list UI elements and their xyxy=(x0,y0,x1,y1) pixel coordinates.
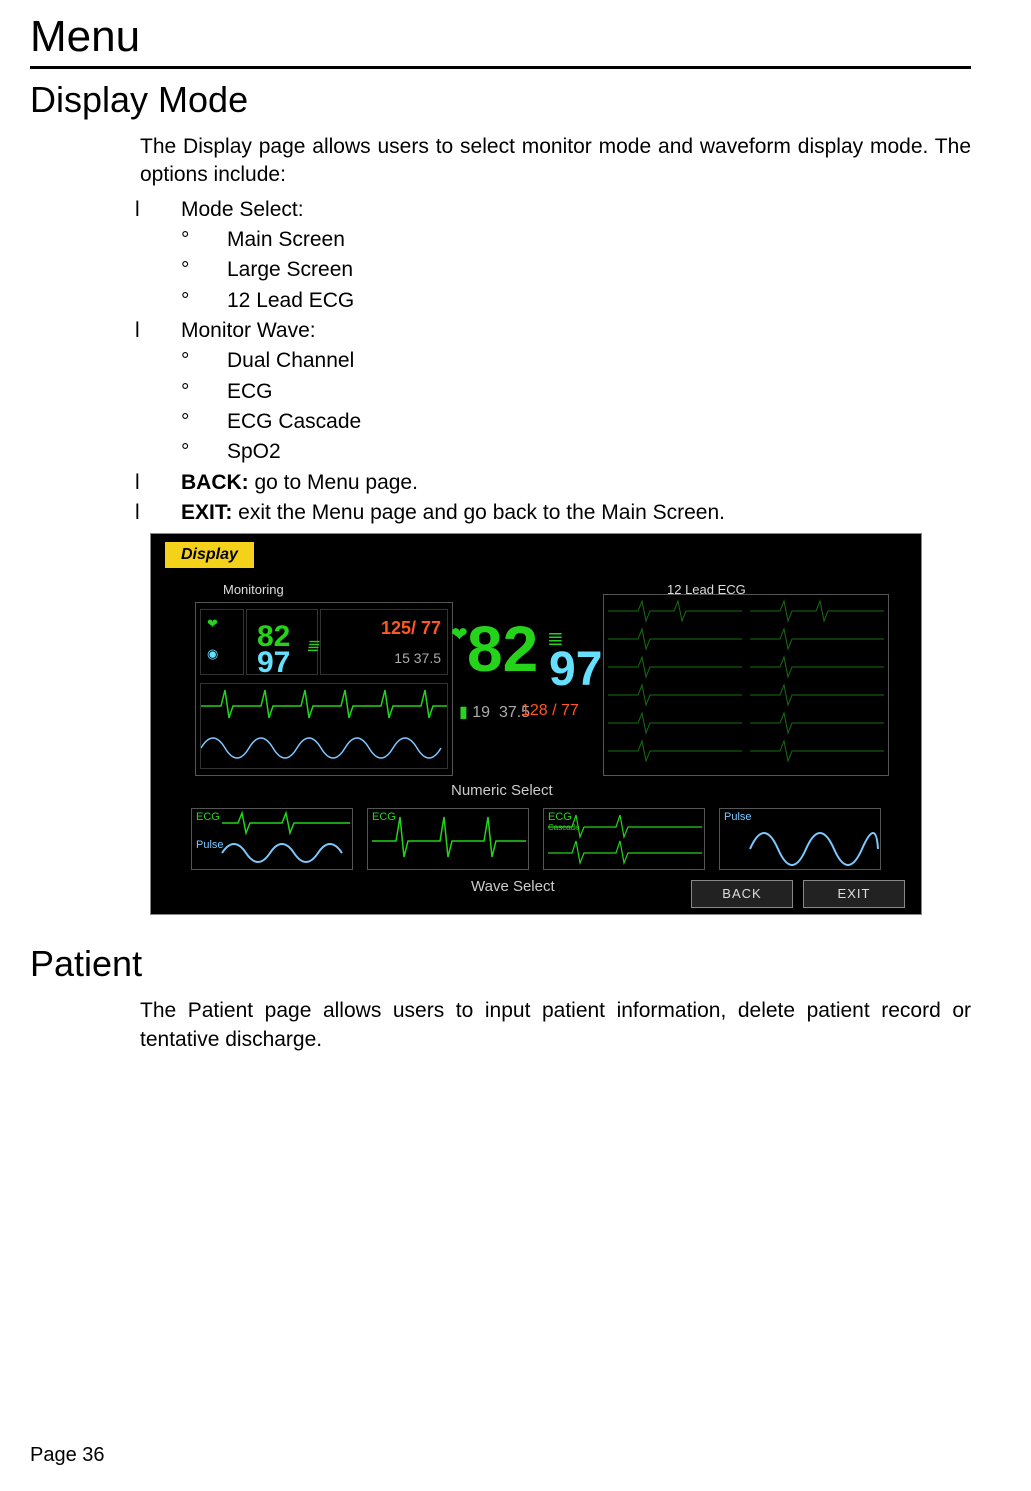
mode-option: 12 Lead ECG xyxy=(181,287,971,315)
wave-option: ECG xyxy=(181,378,971,406)
mini-bp-value: 125/ 77 xyxy=(381,618,441,639)
section-patient-heading: Patient xyxy=(30,943,971,985)
wave-option: SpO2 xyxy=(181,438,971,466)
exit-button[interactable]: EXIT xyxy=(803,880,905,908)
display-tab[interactable]: Display xyxy=(165,542,254,568)
tile-wave-svg xyxy=(368,809,528,869)
lead-ecg-preview[interactable] xyxy=(603,594,889,776)
back-label: BACK: xyxy=(181,471,249,494)
monitoring-label: Monitoring xyxy=(223,582,284,597)
tile-wave-svg xyxy=(192,809,352,869)
display-page-screenshot: Display Monitoring 12 Lead ECG ❤ ◉ 82 97… xyxy=(150,533,922,915)
monitor-mini-icon-col: ❤ ◉ xyxy=(200,609,244,675)
wave-option: Dual Channel xyxy=(181,347,971,375)
mini-wave-svg xyxy=(201,684,447,768)
page-number: Page 36 xyxy=(30,1444,105,1467)
chapter-rule xyxy=(30,66,971,69)
back-button[interactable]: BACK xyxy=(691,880,793,908)
monitor-mini-right: 125/ 77 15 37.5 xyxy=(320,609,448,675)
section-display-mode-heading: Display Mode xyxy=(30,79,971,121)
big-rr-temp: ▮ 19 37.5 xyxy=(459,702,530,722)
heart-icon: ❤ xyxy=(451,622,468,647)
mode-option: Main Screen xyxy=(181,226,971,254)
exit-item: EXIT: exit the Menu page and go back to … xyxy=(135,499,971,527)
wave-tile-dual[interactable]: ECG Pulse xyxy=(191,808,353,870)
monitoring-preview[interactable]: ❤ ◉ 82 97 ≣ 125/ 77 15 37.5 xyxy=(195,602,453,776)
mini-temp-rr-value: 15 37.5 xyxy=(394,650,441,666)
chapter-title: Menu xyxy=(30,12,971,62)
exit-desc: exit the Menu page and go back to the Ma… xyxy=(232,501,725,524)
big-bp-value: 128 / 77 xyxy=(521,702,579,720)
exit-label: EXIT: xyxy=(181,501,232,524)
back-item: BACK: go to Menu page. xyxy=(135,469,971,497)
tile-wave-svg xyxy=(544,809,704,869)
mode-select-item: Mode Select: Main Screen Large Screen 12… xyxy=(135,196,971,315)
monitor-mini-numbers: 82 97 ≣ xyxy=(246,609,318,675)
wave-tile-ecg-cascade[interactable]: ECG Cascade xyxy=(543,808,705,870)
mode-select-label: Mode Select: xyxy=(181,198,304,221)
big-spo2-value: 97 xyxy=(549,642,602,697)
wave-tile-ecg[interactable]: ECG xyxy=(367,808,529,870)
lead-ecg-svg xyxy=(604,595,888,775)
monitor-wave-label: Monitor Wave: xyxy=(181,319,316,342)
wave-tile-pulse[interactable]: Pulse xyxy=(719,808,881,870)
numeric-select-label: Numeric Select xyxy=(451,782,553,799)
monitor-wave-item: Monitor Wave: Dual Channel ECG ECG Casca… xyxy=(135,317,971,467)
display-mode-intro: The Display page allows users to select … xyxy=(140,133,971,190)
mini-spo2-value: 97 xyxy=(257,646,290,680)
back-desc: go to Menu page. xyxy=(249,471,418,494)
wave-option: ECG Cascade xyxy=(181,408,971,436)
mini-waveform-strip xyxy=(200,683,448,769)
mode-option: Large Screen xyxy=(181,256,971,284)
tile-wave-svg xyxy=(720,809,880,869)
bars-icon: ≣ xyxy=(305,636,320,656)
big-hr-value: 82 xyxy=(467,612,538,686)
wave-row: ECG Pulse ECG ECG Cascade xyxy=(191,808,881,870)
patient-intro: The Patient page allows users to input p… xyxy=(140,997,971,1054)
wave-select-label: Wave Select xyxy=(471,878,555,895)
